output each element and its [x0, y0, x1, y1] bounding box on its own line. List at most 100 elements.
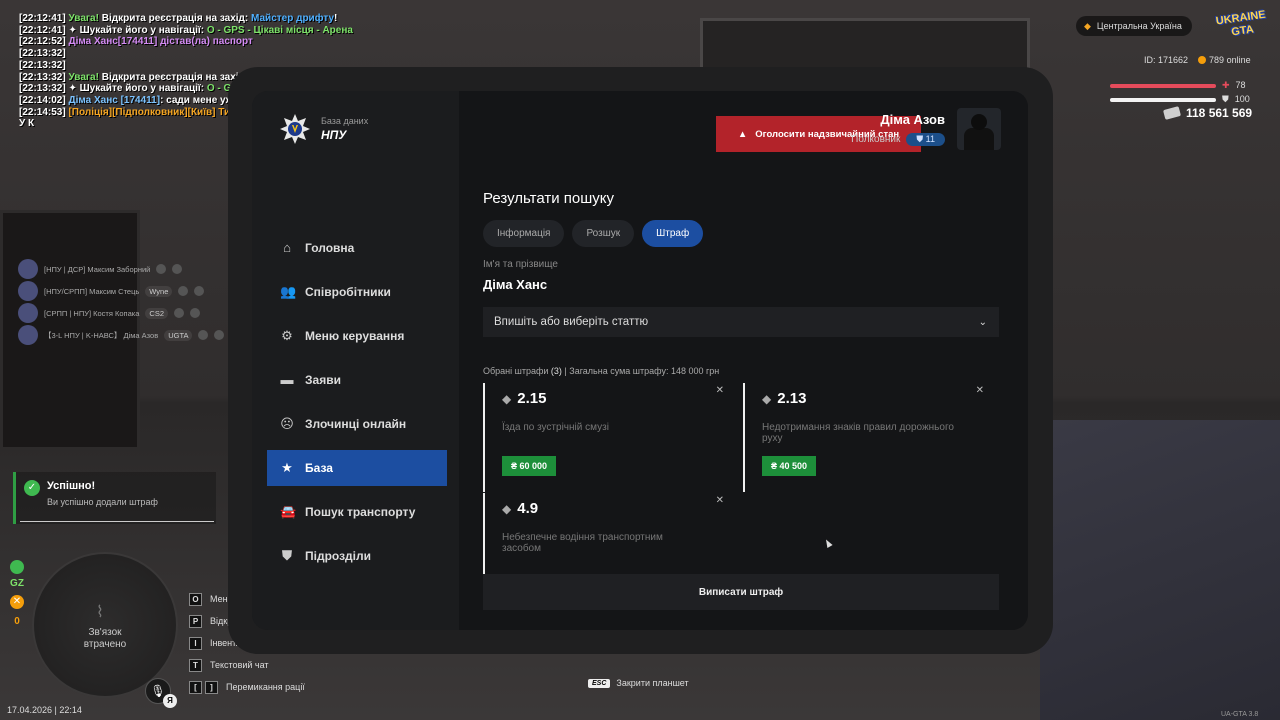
sidebar-item-2[interactable]: 👥 Співробітники — [267, 274, 447, 310]
tab-1[interactable]: Інформація — [483, 220, 565, 247]
chat-segment: Майстер дрифту — [251, 13, 335, 24]
chat-segment: [22:12:41] — [19, 24, 69, 36]
player-name: [СРПП | НПУ] Костя Копака — [44, 308, 140, 318]
chat-segment: Увага! — [68, 71, 102, 83]
minimap-status-line1: Зв'язок — [88, 627, 122, 638]
tag-icon: ◆ — [502, 501, 512, 516]
minimap-status-line2: втрачено — [83, 639, 127, 650]
main-panel: ▲ Оголосити надзвичайний стан Діма Азов … — [459, 91, 1028, 630]
sidebar-item-label: Меню керування — [305, 329, 405, 343]
chat-segment: [22:13:32] — [19, 83, 69, 95]
esc-label: Закрити планшет — [616, 678, 689, 688]
chat-segment: ✦ Шукайте його у навігації: — [68, 24, 207, 36]
shield-icon: ⛊ — [282, 548, 292, 563]
check-icon: ✓ — [24, 480, 40, 496]
fine-description: Небезпечне водіння транспортним засобом — [502, 532, 663, 554]
avatar — [18, 259, 38, 279]
no-signal-icon: ⌇ — [96, 604, 104, 621]
mic-off-icon — [174, 308, 184, 318]
player-tag: CS2 — [145, 307, 168, 319]
sidebar-item-6[interactable]: ★ База — [267, 450, 447, 486]
online-text: 789 online — [1209, 55, 1251, 65]
speaker-icon — [214, 330, 225, 340]
key-cap: T — [189, 658, 202, 672]
chat-segment: Діма Ханс[174411] дістав(ла) паспорт — [68, 36, 253, 48]
fines-list: ◆ 2.15 Їзда по зустрічній смузі ₴ 60 000 ✕ ◆ 2… — [483, 383, 999, 602]
brand: База даних НПУ — [279, 113, 368, 145]
sidebar-item-1[interactable]: ⌂ Головна — [267, 230, 447, 266]
sidebar-item-7[interactable]: 🚘 Пошук транспорту — [267, 494, 447, 530]
chat-segment: O - GPS - Цікаві місця - Арена — [206, 24, 353, 36]
keybind-label: Перемикання рації — [226, 682, 305, 692]
speaker-icon — [172, 264, 183, 274]
fine-card: ◆ 2.13 Недотримання знаків правил дорожньо… — [743, 383, 998, 492]
key-cap: P — [189, 614, 202, 628]
id-line: ID: 171662 789 online — [1144, 55, 1251, 65]
user-level-badge: ⛊ 11 — [906, 133, 945, 146]
avatar — [18, 303, 38, 323]
fine-code: ◆ 2.15 — [502, 390, 546, 407]
chat-segment: [22:12:41] — [19, 13, 69, 24]
region-label: Центральна Україна — [1096, 21, 1182, 31]
fine-code-text: 2.15 — [517, 390, 547, 407]
money-value: 118 561 569 — [1186, 106, 1253, 120]
player-row: [НПУ | ДСР] Максим Заборний — [18, 258, 224, 280]
tab-2[interactable]: Розшук — [572, 220, 635, 247]
sidebar-item-8[interactable]: ⛊ Підрозділи — [267, 538, 447, 574]
sidebar-item-3[interactable]: ⚙ Меню керування — [267, 318, 447, 354]
fine-code: ◆ 2.13 — [762, 390, 806, 407]
user-level: 11 — [925, 134, 935, 144]
money: 118 561 569 — [1162, 106, 1253, 120]
chat-segment: ! — [334, 13, 338, 24]
player-name: [НПУ/СРПП] Максим Стець — [44, 286, 140, 296]
health-icon: ✚ — [1222, 80, 1230, 90]
mask-icon: ☹ — [280, 416, 294, 431]
chat-segment: Діма Ханс [174411] — [68, 94, 161, 106]
user-card: Діма Азов Полковник ⛊ 11 — [851, 108, 1001, 150]
mic-off-icon — [156, 264, 167, 274]
result-tabs: Інформація Розшук Штраф — [483, 220, 704, 247]
chat-segment: [22:13:32] — [19, 71, 69, 83]
fines-summary: Обрані штрафи (3) | Загальна сума штрафу… — [483, 366, 719, 376]
minimap-status: Зв'язок втрачено — [34, 627, 176, 651]
sidebar-item-5[interactable]: ☹ Злочинці онлайн — [267, 406, 447, 442]
online-count: 789 online — [1198, 55, 1251, 65]
close-icon[interactable]: ✕ — [976, 385, 984, 396]
chat-segment: ✦ Шукайте його у навігації: — [68, 83, 207, 95]
chat-line: [22:12:41] ✦ Шукайте його у навігації: O… — [19, 25, 419, 37]
health-bar — [1110, 84, 1216, 88]
police-badge-icon — [280, 114, 310, 144]
sidebar-item-label: Головна — [305, 241, 355, 255]
armor-icon: ⛊ — [1222, 94, 1229, 104]
tag-icon: ◆ — [762, 391, 772, 406]
chat-segment: Відкрита реєстрація на захід: — [101, 13, 252, 24]
player-row: 【3-L НПУ | K-НАВС】 Діма Азов UGTA — [18, 324, 225, 346]
sidebar-item-label: Заяви — [305, 373, 341, 387]
game-version: UA-GTA 3.8 — [1221, 711, 1259, 718]
player-row: [СРПП | НПУ] Костя Копака CS2 — [18, 302, 224, 324]
summary-count: (3) — [550, 366, 562, 376]
users-icon: 👥 — [280, 284, 297, 299]
tag-icon: ◆ — [502, 391, 512, 406]
tab-3[interactable]: Штраф — [642, 220, 704, 247]
close-icon[interactable]: ✕ — [716, 385, 724, 396]
warning-icon: ▲ — [737, 128, 748, 140]
close-icon[interactable]: ✕ — [716, 495, 724, 506]
key-cap: ] — [205, 680, 218, 694]
armor-bar — [1110, 98, 1216, 102]
player-name: [НПУ | ДСР] Максим Заборний — [44, 264, 151, 274]
folder-icon: ▬ — [280, 372, 294, 387]
issue-fine-button[interactable]: Виписати штраф — [483, 574, 999, 610]
chat-segment: [22:13:32] — [19, 59, 66, 71]
fox-icon: ◆ — [1084, 20, 1091, 31]
article-select[interactable]: Впишіть або виберіть статтю ⌄ — [483, 307, 999, 337]
sidebar-item-4[interactable]: ▬ Заяви — [267, 362, 447, 398]
star-icon: ★ — [281, 460, 293, 475]
key-cap: [ — [189, 680, 202, 694]
mic-badge: Я — [163, 694, 177, 708]
mic-off-icon — [178, 286, 189, 296]
tablet-screen: База даних НПУ ⌂ Головна 👥 Співробітники ⚙ Ме… — [252, 91, 1028, 630]
sidebar-menu: ⌂ Головна 👥 Співробітники ⚙ Меню керування ▬ За… — [267, 230, 447, 582]
fine-code: ◆ 4.9 — [502, 500, 538, 517]
chat-segment: Відкрита реєстрація на захід: — [101, 71, 252, 83]
